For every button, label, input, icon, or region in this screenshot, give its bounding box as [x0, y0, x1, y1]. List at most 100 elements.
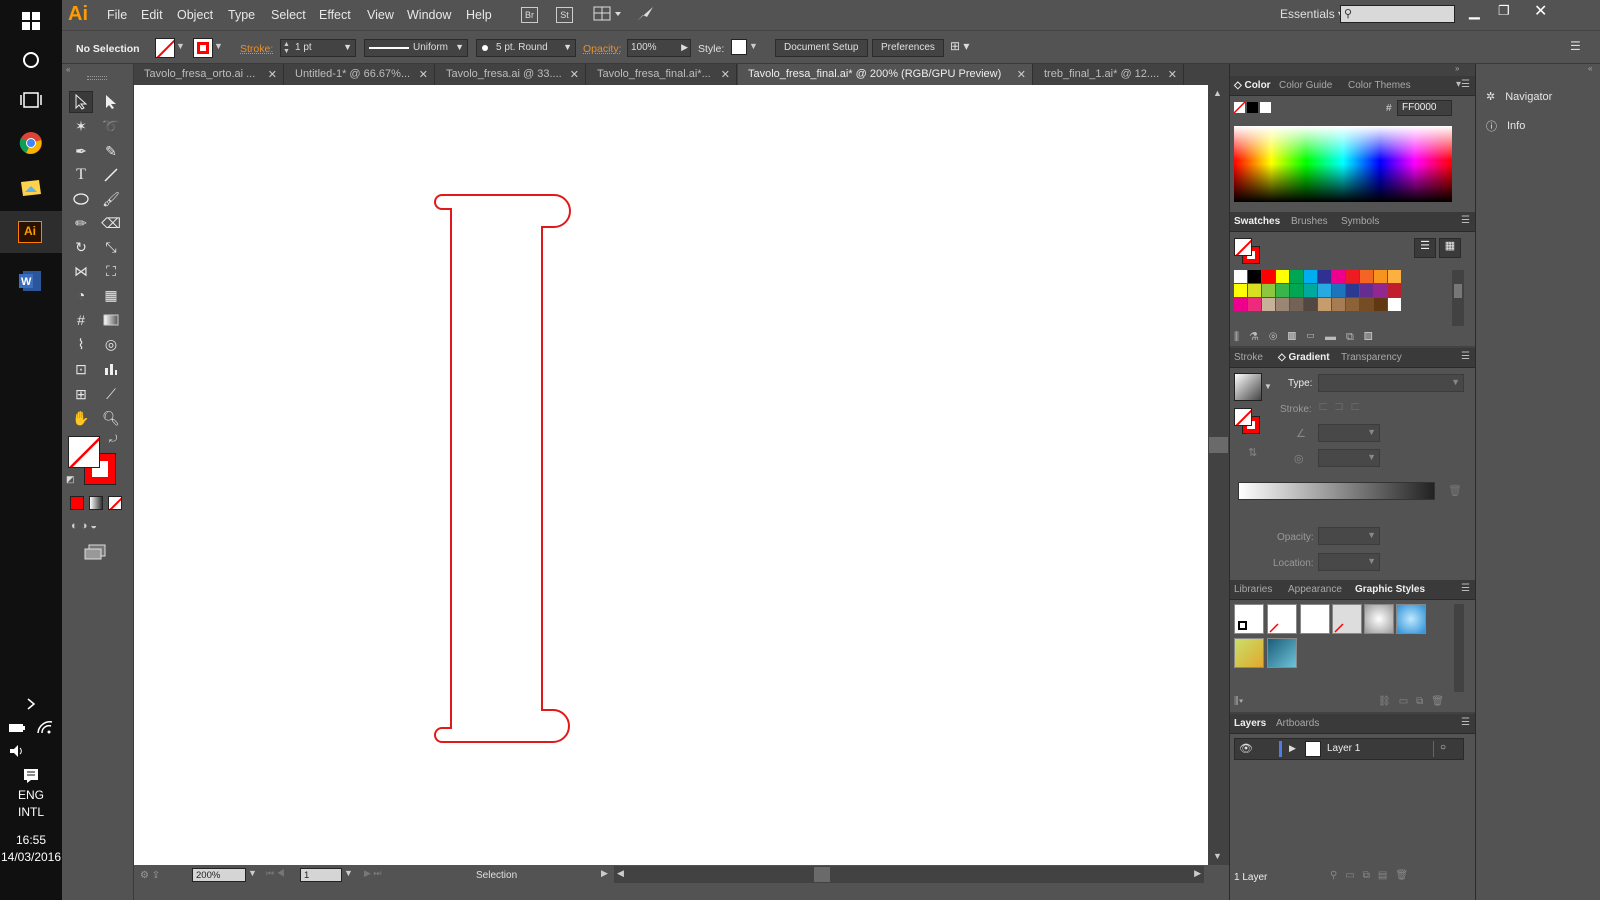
menu-file[interactable]: File — [107, 8, 127, 22]
close-tab-icon[interactable]: ✕ — [570, 68, 579, 81]
tab-graphic-styles[interactable]: Graphic Styles — [1355, 584, 1425, 595]
hex-input[interactable]: FF0000 — [1397, 100, 1452, 116]
clock-date[interactable]: 14/03/2016 — [0, 850, 62, 864]
arrange-documents-icon[interactable] — [593, 6, 623, 25]
expand-dock-icon[interactable]: « — [1588, 64, 1592, 73]
zoom-dropdown-icon[interactable]: ▼ — [248, 868, 257, 878]
gradient-preview[interactable] — [1234, 373, 1262, 401]
swatch[interactable] — [1388, 270, 1401, 283]
word-icon[interactable]: W — [15, 265, 47, 297]
perspective-grid-tool-icon[interactable]: ▦ — [99, 284, 123, 306]
swatch[interactable] — [1234, 270, 1247, 283]
swatch[interactable] — [1360, 284, 1373, 297]
swatch[interactable] — [1304, 284, 1317, 297]
swatch[interactable] — [1276, 270, 1289, 283]
chrome-icon[interactable] — [15, 127, 47, 159]
gpu-performance-icon[interactable] — [635, 5, 655, 26]
wifi-icon[interactable] — [32, 712, 58, 744]
graphic-style-blue-glow[interactable] — [1396, 604, 1426, 634]
opacity-label[interactable]: Opacity: — [583, 43, 622, 55]
swatch[interactable] — [1304, 298, 1317, 311]
windows-start-icon[interactable] — [15, 5, 47, 37]
gradient-tool-icon[interactable] — [99, 309, 123, 331]
line-segment-tool-icon[interactable] — [99, 164, 123, 186]
tab-color-guide[interactable]: Color Guide — [1279, 80, 1332, 91]
gradient-angle-field[interactable]: ▼ — [1318, 424, 1380, 442]
document-tab[interactable]: treb_final_1.ai* @ 12.... ✕ — [1034, 64, 1184, 85]
status-menu-icon[interactable]: ▶ — [601, 868, 608, 879]
document-tab[interactable]: Tavolo_fresa_orto.ai ... ✕ — [134, 64, 284, 85]
artboard-tool-icon[interactable]: ⊞ — [69, 383, 93, 405]
gradient-location-field[interactable]: ▼ — [1318, 553, 1380, 571]
menu-edit[interactable]: Edit — [141, 8, 163, 22]
swatch[interactable] — [1262, 284, 1275, 297]
gradient-opacity-field[interactable]: ▼ — [1318, 527, 1380, 545]
symbol-sprayer-tool-icon[interactable]: ⊡ — [69, 358, 93, 380]
color-mode-button[interactable] — [70, 496, 84, 510]
language-line2[interactable]: INTL — [0, 805, 62, 819]
swatch[interactable] — [1332, 284, 1345, 297]
panel-menu-icon[interactable]: ▾☰ — [1456, 79, 1470, 90]
task-view-icon[interactable] — [15, 84, 47, 116]
close-window-button[interactable]: ✕ — [1534, 1, 1547, 21]
graphic-style-soft-shadow[interactable] — [1364, 604, 1394, 634]
layers-footer-icons[interactable]: ⚲▭⧉▤🗑︎ — [1330, 870, 1416, 881]
width-tool-icon[interactable]: ⋈ — [69, 260, 93, 282]
clock-time[interactable]: 16:55 — [0, 833, 62, 847]
menu-view[interactable]: View — [367, 8, 394, 22]
column-graph-tool-icon[interactable] — [99, 358, 123, 380]
swatch[interactable] — [1276, 284, 1289, 297]
gradient-preview-dropdown-icon[interactable]: ▼ — [1264, 382, 1272, 391]
free-transform-tool-icon[interactable]: ⛶ — [99, 260, 123, 282]
swatch-fill-indicator[interactable] — [1234, 238, 1252, 256]
color-spectrum[interactable] — [1234, 126, 1452, 202]
language-line1[interactable]: ENG — [0, 788, 62, 802]
minimize-button[interactable]: ▁ — [1469, 3, 1480, 20]
vertical-scrollbar[interactable]: ▲ ▼ — [1208, 85, 1229, 865]
swatch[interactable] — [1332, 270, 1345, 283]
tab-brushes[interactable]: Brushes — [1291, 216, 1328, 227]
close-tab-icon[interactable]: ✕ — [1168, 68, 1177, 81]
opacity-field[interactable]: 100% ▶ — [627, 39, 691, 57]
tab-symbols[interactable]: Symbols — [1341, 216, 1379, 227]
layer-row[interactable]: 👁︎ ▶ Layer 1 ○ — [1234, 738, 1464, 760]
swatch[interactable] — [1374, 298, 1387, 311]
swatch[interactable] — [1234, 284, 1247, 297]
stroke-label[interactable]: Stroke: — [240, 43, 273, 55]
default-fill-stroke-icon[interactable]: ◩ — [66, 474, 75, 485]
swatch[interactable] — [1290, 298, 1303, 311]
delete-stop-icon[interactable]: 🗑︎ — [1448, 484, 1462, 497]
layer-name[interactable]: Layer 1 — [1327, 743, 1360, 754]
panel-menu-icon[interactable]: ☰ — [1461, 583, 1470, 594]
swatch[interactable] — [1262, 270, 1275, 283]
slice-tool-icon[interactable]: ⟋ — [99, 383, 123, 405]
tab-gradient[interactable]: ◇ Gradient — [1278, 352, 1330, 363]
bridge-button[interactable]: Br — [521, 7, 538, 23]
pen-tool-icon[interactable]: ✒ — [69, 140, 93, 162]
white-color-chip[interactable] — [1260, 102, 1271, 113]
menu-window[interactable]: Window — [407, 8, 451, 22]
menu-effect[interactable]: Effect — [319, 8, 351, 22]
drawing-modes-icon[interactable]: ◐ ◑ ◒ — [71, 520, 97, 532]
swatch[interactable] — [1248, 284, 1261, 297]
gradient-slider[interactable] — [1238, 482, 1435, 500]
swatch[interactable] — [1360, 298, 1373, 311]
swatch-scrollbar[interactable] — [1452, 270, 1464, 326]
swatch[interactable] — [1262, 298, 1275, 311]
swatch-scroll-thumb[interactable] — [1454, 284, 1462, 298]
horizontal-scroll-thumb[interactable] — [814, 867, 830, 882]
restore-button[interactable]: ❐ — [1498, 3, 1510, 19]
illustrator-taskbar-button[interactable]: Ai — [0, 211, 62, 253]
grid-view-icon[interactable]: ▦ — [1439, 238, 1461, 258]
reverse-gradient-icon[interactable]: ⇅ — [1248, 446, 1257, 459]
cortana-icon[interactable] — [15, 44, 47, 76]
swatch[interactable] — [1332, 298, 1345, 311]
artboard-dropdown-icon[interactable]: ▼ — [344, 868, 353, 878]
gradient-type-select[interactable]: ▼ — [1318, 374, 1464, 392]
swatch[interactable] — [1318, 270, 1331, 283]
visibility-eye-icon[interactable]: 👁︎ — [1239, 742, 1253, 755]
scale-tool-icon[interactable]: ⤡ — [99, 236, 123, 258]
stepper-icon[interactable]: ▲ ▼ — [283, 41, 290, 55]
expand-layer-icon[interactable]: ▶ — [1289, 743, 1296, 754]
graphic-style-teal-pattern[interactable] — [1267, 638, 1297, 668]
